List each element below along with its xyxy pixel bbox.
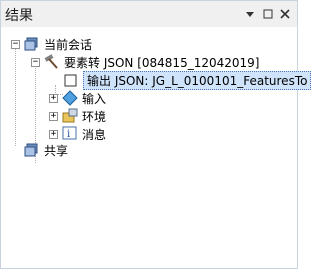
close-button[interactable]	[278, 7, 292, 21]
tree-node-output[interactable]: 输出 JSON: JG_L_0100101_FeaturesTo	[63, 70, 312, 90]
session-icon	[24, 36, 40, 52]
shared-session-icon	[24, 142, 40, 158]
tree-node-shared[interactable]: 共享	[24, 141, 68, 159]
expand-toggle[interactable]: +	[49, 129, 58, 139]
autohide-button[interactable]	[261, 7, 275, 21]
results-tree: − 当前会话 − 要素转 JSON [084815_12042019] 输出 J…	[1, 27, 312, 268]
info-message-icon: i	[62, 126, 78, 142]
close-icon	[280, 9, 290, 19]
collapse-toggle[interactable]: −	[31, 57, 40, 67]
input-diamond-icon	[62, 90, 78, 106]
window-icon	[263, 9, 273, 19]
pin-button[interactable]	[243, 7, 257, 21]
dropdown-arrow-icon	[246, 12, 254, 17]
environment-icon	[62, 108, 78, 124]
expand-toggle[interactable]: +	[49, 111, 58, 121]
tree-node-tool[interactable]: − 要素转 JSON [084815_12042019]	[31, 53, 259, 71]
tree-node-label: 当前会话	[44, 37, 93, 52]
tree-node-label: 消息	[82, 127, 107, 142]
tree-node-environments[interactable]: + 环境	[49, 107, 106, 125]
title-bar: 结果	[1, 1, 297, 27]
output-checkbox-icon	[63, 72, 79, 88]
window-title: 结果	[5, 8, 33, 24]
hammer-icon	[44, 54, 60, 70]
tree-node-label: 共享	[44, 143, 69, 158]
tree-node-inputs[interactable]: + 输入	[49, 89, 106, 107]
tree-node-label-selected: 输出 JSON: JG_L_0100101_FeaturesTo	[83, 70, 312, 90]
tree-node-current-session[interactable]: − 当前会话	[11, 35, 92, 53]
svg-text:i: i	[67, 129, 70, 140]
expand-toggle[interactable]: +	[49, 93, 58, 103]
results-window: 结果 − 当前会话 − 要素转 JSON [084815_12042019] 输…	[0, 0, 312, 269]
tree-node-label: 要素转 JSON [084815_12042019]	[64, 55, 260, 70]
collapse-toggle[interactable]: −	[11, 39, 20, 49]
tree-node-label: 输入	[82, 91, 107, 106]
tree-node-label: 环境	[82, 109, 107, 124]
